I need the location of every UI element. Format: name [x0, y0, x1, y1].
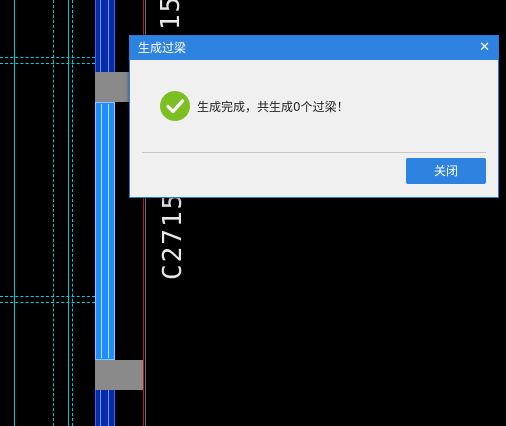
cad-line	[0, 302, 95, 303]
cad-line	[0, 296, 95, 297]
gray-block	[95, 360, 143, 390]
cad-line	[108, 104, 109, 358]
close-button[interactable]: 关闭	[406, 158, 486, 184]
gray-block	[95, 72, 129, 102]
cad-line	[101, 104, 102, 358]
dialog-titlebar[interactable]: 生成过梁 ✕	[130, 36, 498, 60]
result-dialog: 生成过梁 ✕ 生成完成，共生成0个过梁！ 关闭	[129, 35, 499, 198]
dialog-title: 生成过梁	[138, 41, 187, 55]
close-icon[interactable]: ✕	[479, 36, 490, 60]
dialog-message: 生成完成，共生成0个过梁！	[197, 100, 349, 114]
divider	[142, 152, 486, 153]
check-circle-icon	[160, 91, 190, 121]
cad-label: C2715	[158, 191, 188, 280]
cad-line	[0, 57, 95, 58]
cad-label: 1515	[156, 0, 186, 30]
cad-line	[0, 63, 95, 64]
window-segment	[95, 102, 115, 360]
